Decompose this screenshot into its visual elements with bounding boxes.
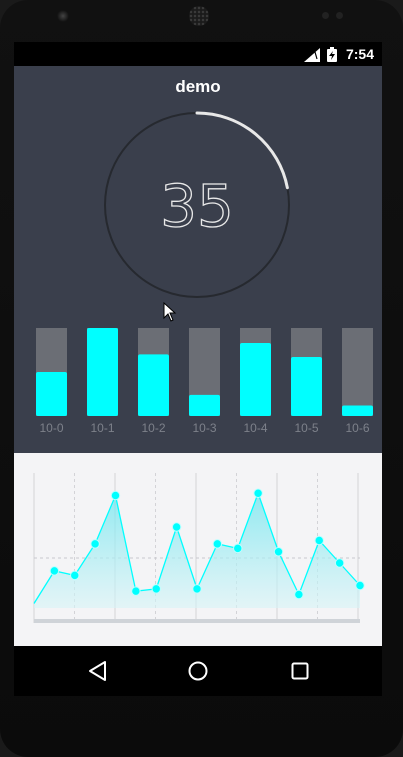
data-point — [314, 535, 324, 546]
data-point — [355, 580, 365, 591]
device-screen: 7:54 demo 35 10-0 10-1 10-2 10-3 10-4 10-5 10-… — [14, 42, 382, 696]
mouse-pointer-icon — [163, 302, 177, 322]
battery-charging-icon — [327, 47, 337, 62]
data-point — [131, 586, 141, 596]
data-point — [49, 566, 60, 576]
progress-gauge: 35 — [104, 111, 290, 298]
status-bar: 7:54 — [14, 42, 382, 66]
bar-tick-label: 10-0 — [39, 421, 63, 435]
bar-track — [342, 328, 373, 416]
cell-signal-icon — [304, 48, 320, 62]
data-point — [70, 570, 80, 581]
light-sensor — [336, 12, 343, 19]
bar — [240, 342, 271, 416]
bar — [342, 405, 373, 416]
data-point — [171, 522, 182, 532]
x-axis — [34, 619, 360, 623]
recent-apps-square-icon[interactable] — [288, 659, 312, 683]
bar-chart: 10-0 10-1 10-2 10-3 10-4 10-5 10-6 — [36, 328, 373, 435]
bar — [36, 372, 67, 416]
data-point — [192, 584, 202, 594]
bar-tick-label: 10-1 — [90, 421, 114, 435]
data-point — [233, 543, 243, 554]
data-point — [151, 584, 161, 594]
bar — [291, 357, 322, 416]
bar-tick-label: 10-6 — [345, 421, 369, 435]
bar-tick-label: 10-2 — [141, 421, 165, 435]
home-circle-icon[interactable] — [186, 659, 210, 683]
data-point — [334, 558, 345, 568]
data-point — [90, 539, 100, 549]
back-triangle-icon[interactable] — [86, 659, 110, 683]
bar — [138, 354, 169, 416]
app-title: demo — [175, 77, 221, 96]
data-point — [294, 589, 304, 600]
data-point — [110, 490, 121, 501]
gauge-value: 35 — [160, 172, 234, 240]
navigation-bar — [14, 646, 382, 696]
bar — [189, 394, 220, 416]
data-point — [253, 488, 263, 498]
data-point — [212, 539, 223, 549]
app-content: demo 35 10-0 10-1 10-2 10-3 10-4 10-5 10-6 — [14, 66, 382, 453]
bar-tick-label: 10-5 — [294, 421, 318, 435]
bar — [87, 328, 118, 416]
bar-tick-label: 10-4 — [243, 421, 267, 435]
line-chart-panel — [14, 453, 382, 646]
front-camera — [56, 9, 70, 23]
bar-tick-label: 10-3 — [192, 421, 216, 435]
status-time: 7:54 — [345, 46, 374, 62]
data-point — [273, 547, 284, 557]
earpiece-speaker — [189, 6, 209, 26]
area-line-chart — [33, 473, 365, 623]
proximity-sensor — [322, 12, 329, 19]
